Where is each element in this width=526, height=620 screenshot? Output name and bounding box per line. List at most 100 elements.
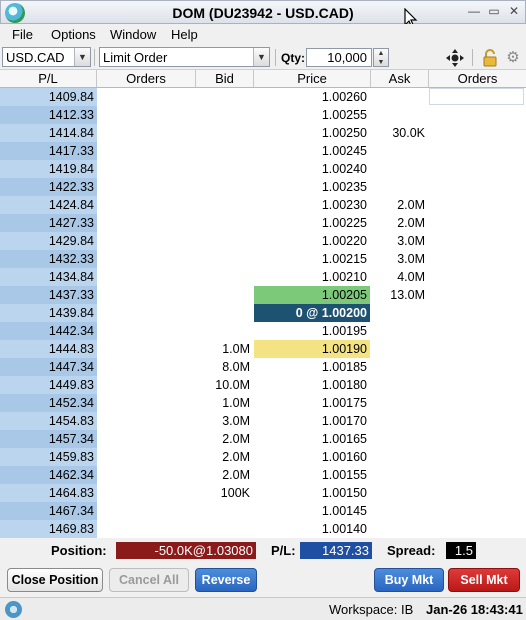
bid-cell[interactable] (196, 268, 253, 286)
symbol-select[interactable]: USD.CAD ▼ (2, 47, 91, 67)
price-cell[interactable]: 1.00190 (254, 340, 370, 358)
chevron-down-icon[interactable]: ▼ (253, 48, 269, 66)
bid-cell[interactable] (196, 250, 253, 268)
price-cell[interactable]: 1.00220 (254, 232, 370, 250)
price-cell[interactable]: 1.00145 (254, 502, 370, 520)
ladder-row[interactable]: 1414.84 1.00250 30.0K (0, 124, 526, 142)
ask-cell[interactable] (371, 484, 428, 502)
price-cell[interactable]: 1.00230 (254, 196, 370, 214)
bid-cell[interactable] (196, 232, 253, 250)
price-cell[interactable]: 1.00240 (254, 160, 370, 178)
bid-cell[interactable]: 10.0M (196, 376, 253, 394)
price-cell[interactable]: 1.00180 (254, 376, 370, 394)
chevron-down-icon[interactable]: ▼ (74, 48, 90, 66)
bid-cell[interactable] (196, 124, 253, 142)
ask-cell[interactable] (371, 178, 428, 196)
ladder-row[interactable]: 1447.34 8.0M 1.00185 (0, 358, 526, 376)
ask-cell[interactable] (371, 466, 428, 484)
ask-cell[interactable] (371, 142, 428, 160)
ask-cell[interactable]: 2.0M (371, 214, 428, 232)
bid-cell[interactable]: 2.0M (196, 430, 253, 448)
price-cell[interactable]: 1.00260 (254, 88, 370, 106)
price-cell[interactable]: 1.00205 (254, 286, 370, 304)
header-price[interactable]: Price (254, 70, 371, 87)
ask-cell[interactable]: 3.0M (371, 250, 428, 268)
ask-cell[interactable] (371, 88, 428, 106)
ask-cell[interactable] (371, 106, 428, 124)
bid-cell[interactable] (196, 142, 253, 160)
ask-cell[interactable] (371, 394, 428, 412)
ask-cell[interactable] (371, 502, 428, 520)
bid-cell[interactable]: 2.0M (196, 466, 253, 484)
bid-cell[interactable] (196, 88, 253, 106)
bid-cell[interactable]: 8.0M (196, 358, 253, 376)
reverse-button[interactable]: Reverse (195, 568, 257, 592)
close-icon[interactable]: ✕ (507, 4, 521, 18)
bid-cell[interactable] (196, 178, 253, 196)
minimize-icon[interactable]: — (467, 4, 481, 18)
ask-cell[interactable] (371, 430, 428, 448)
bid-cell[interactable] (196, 520, 253, 538)
ladder-row[interactable]: 1439.84 0 @ 1.00200 (0, 304, 526, 322)
ladder-row[interactable]: 1454.83 3.0M 1.00170 (0, 412, 526, 430)
qty-input[interactable] (306, 48, 372, 67)
price-cell[interactable]: 1.00225 (254, 214, 370, 232)
price-cell[interactable]: 1.00155 (254, 466, 370, 484)
ask-cell[interactable]: 4.0M (371, 268, 428, 286)
header-ask[interactable]: Ask (371, 70, 429, 87)
ask-cell[interactable] (371, 358, 428, 376)
ask-cell[interactable] (371, 304, 428, 322)
header-bid[interactable]: Bid (196, 70, 254, 87)
bid-cell[interactable] (196, 502, 253, 520)
connection-icon[interactable] (5, 601, 22, 618)
lock-icon[interactable] (481, 49, 499, 67)
ladder-row[interactable]: 1409.84 1.00260 (0, 88, 526, 106)
price-ladder[interactable]: 1409.84 1.00260 1412.33 1.00255 1414.84 1.002… (0, 88, 526, 538)
bid-cell[interactable] (196, 214, 253, 232)
ask-cell[interactable] (371, 160, 428, 178)
ladder-row[interactable]: 1467.34 1.00145 (0, 502, 526, 520)
ask-cell[interactable] (371, 322, 428, 340)
bid-cell[interactable] (196, 304, 253, 322)
ladder-row[interactable]: 1417.33 1.00245 (0, 142, 526, 160)
bid-cell[interactable] (196, 286, 253, 304)
order-type-select[interactable]: Limit Order ▼ (99, 47, 270, 67)
ladder-row[interactable]: 1464.83 100K 1.00150 (0, 484, 526, 502)
price-cell[interactable]: 1.00185 (254, 358, 370, 376)
qty-stepper[interactable]: ▲ ▼ (373, 48, 389, 67)
ask-cell[interactable] (371, 412, 428, 430)
ask-cell[interactable]: 3.0M (371, 232, 428, 250)
ladder-row[interactable]: 1422.33 1.00235 (0, 178, 526, 196)
ladder-row[interactable]: 1457.34 2.0M 1.00165 (0, 430, 526, 448)
ladder-row[interactable]: 1419.84 1.00240 (0, 160, 526, 178)
ladder-row[interactable]: 1437.33 1.00205 13.0M (0, 286, 526, 304)
ladder-row[interactable]: 1459.83 2.0M 1.00160 (0, 448, 526, 466)
price-cell[interactable]: 1.00165 (254, 430, 370, 448)
ask-cell[interactable] (371, 376, 428, 394)
price-cell[interactable]: 1.00235 (254, 178, 370, 196)
ladder-row[interactable]: 1412.33 1.00255 (0, 106, 526, 124)
price-cell[interactable]: 1.00245 (254, 142, 370, 160)
bid-cell[interactable] (196, 322, 253, 340)
ask-cell[interactable]: 2.0M (371, 196, 428, 214)
price-cell[interactable]: 1.00140 (254, 520, 370, 538)
ladder-row[interactable]: 1449.83 10.0M 1.00180 (0, 376, 526, 394)
ladder-row[interactable]: 1452.34 1.0M 1.00175 (0, 394, 526, 412)
ladder-row[interactable]: 1434.84 1.00210 4.0M (0, 268, 526, 286)
title-bar[interactable]: DOM (DU23942 - USD.CAD) — ▭ ✕ (0, 0, 526, 24)
price-cell[interactable]: 1.00175 (254, 394, 370, 412)
bid-cell[interactable]: 1.0M (196, 394, 253, 412)
ask-cell[interactable] (371, 520, 428, 538)
ask-cell[interactable]: 13.0M (371, 286, 428, 304)
header-ask-orders[interactable]: Orders (429, 70, 526, 87)
ladder-row[interactable]: 1424.84 1.00230 2.0M (0, 196, 526, 214)
price-cell[interactable]: 1.00160 (254, 448, 370, 466)
header-pl[interactable]: P/L (0, 70, 97, 87)
ladder-row[interactable]: 1429.84 1.00220 3.0M (0, 232, 526, 250)
ask-cell[interactable]: 30.0K (371, 124, 428, 142)
bid-cell[interactable] (196, 160, 253, 178)
price-cell[interactable]: 1.00170 (254, 412, 370, 430)
menu-options[interactable]: Options (51, 27, 96, 42)
bid-cell[interactable] (196, 106, 253, 124)
bid-cell[interactable]: 3.0M (196, 412, 253, 430)
